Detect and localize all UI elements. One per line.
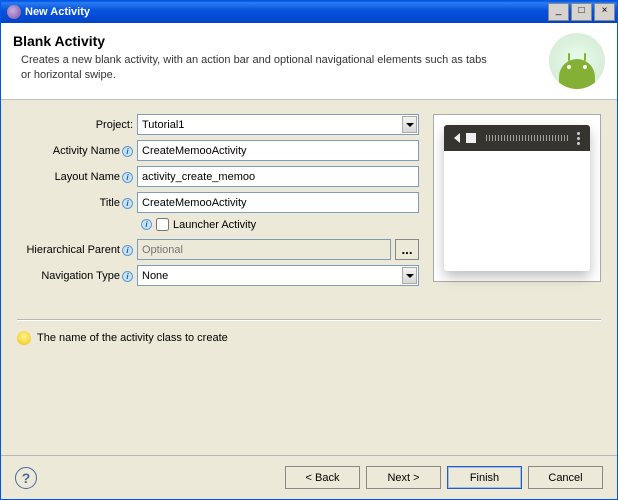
title-label: Titlei — [17, 197, 137, 209]
layout-name-input[interactable] — [137, 166, 419, 187]
nav-row: Navigation Typei None — [17, 265, 419, 286]
nav-label: Navigation Typei — [17, 270, 137, 282]
maximize-button[interactable]: □ — [571, 3, 592, 21]
info-icon[interactable]: i — [122, 245, 133, 256]
minimize-button[interactable]: _ — [548, 3, 569, 21]
launcher-label: Launcher Activity — [173, 219, 256, 231]
device-mock — [444, 125, 590, 271]
parent-input[interactable] — [137, 239, 391, 260]
project-value: Tutorial1 — [142, 119, 184, 131]
dialog-footer: ? < Back Next > Finish Cancel — [1, 455, 617, 499]
cancel-button[interactable]: Cancel — [528, 466, 603, 489]
project-select[interactable]: Tutorial1 — [137, 114, 419, 135]
page-description: Creates a new blank activity, with an ac… — [13, 53, 493, 84]
info-icon[interactable]: i — [122, 146, 133, 157]
back-icon — [454, 133, 460, 143]
chevron-down-icon — [402, 116, 417, 133]
activity-name-label: Activity Namei — [17, 145, 137, 157]
android-icon — [549, 33, 605, 89]
back-button[interactable]: < Back — [285, 466, 360, 489]
form-area: Project: Tutorial1 Activity Namei Layout… — [1, 100, 617, 305]
launcher-checkbox[interactable] — [156, 218, 169, 231]
hint-text: The name of the activity class to create — [37, 332, 228, 344]
dialog-header: Blank Activity Creates a new blank activ… — [1, 23, 617, 100]
eclipse-icon — [7, 5, 21, 19]
finish-button[interactable]: Finish — [447, 466, 522, 489]
overflow-icon — [577, 132, 580, 145]
info-icon[interactable]: i — [122, 172, 133, 183]
header-text-block: Blank Activity Creates a new blank activ… — [13, 33, 549, 89]
info-icon[interactable]: i — [141, 219, 152, 230]
titlebar: New Activity _ □ × — [1, 1, 617, 23]
form-column: Project: Tutorial1 Activity Namei Layout… — [17, 114, 419, 291]
help-button[interactable]: ? — [15, 467, 37, 489]
layout-name-row: Layout Namei — [17, 166, 419, 187]
window-title: New Activity — [25, 6, 548, 18]
next-button[interactable]: Next > — [366, 466, 441, 489]
info-icon[interactable]: i — [122, 198, 133, 209]
close-button[interactable]: × — [594, 3, 615, 21]
hint-row: The name of the activity class to create — [1, 321, 617, 355]
parent-label: Hierarchical Parenti — [17, 244, 137, 256]
parent-row: Hierarchical Parenti ... — [17, 239, 419, 260]
preview-panel — [433, 114, 601, 282]
layout-name-label: Layout Namei — [17, 171, 137, 183]
activity-name-input[interactable] — [137, 140, 419, 161]
title-row: Titlei — [17, 192, 419, 213]
browse-button[interactable]: ... — [395, 239, 419, 260]
device-actionbar — [444, 125, 590, 151]
project-row: Project: Tutorial1 — [17, 114, 419, 135]
chevron-down-icon — [402, 267, 417, 284]
flex-spacer — [1, 355, 617, 455]
page-title: Blank Activity — [13, 33, 549, 49]
title-input[interactable] — [137, 192, 419, 213]
app-icon — [466, 133, 476, 143]
launcher-row: i Launcher Activity — [17, 218, 419, 231]
info-icon[interactable]: i — [122, 271, 133, 282]
preview-column — [433, 114, 601, 291]
nav-select[interactable]: None — [137, 265, 419, 286]
dialog-window: New Activity _ □ × Blank Activity Create… — [0, 0, 618, 500]
lightbulb-icon — [17, 331, 31, 345]
window-controls: _ □ × — [548, 3, 615, 21]
activity-name-row: Activity Namei — [17, 140, 419, 161]
nav-value: None — [142, 270, 168, 282]
title-placeholder-icon — [484, 135, 569, 141]
project-label: Project: — [17, 119, 137, 131]
